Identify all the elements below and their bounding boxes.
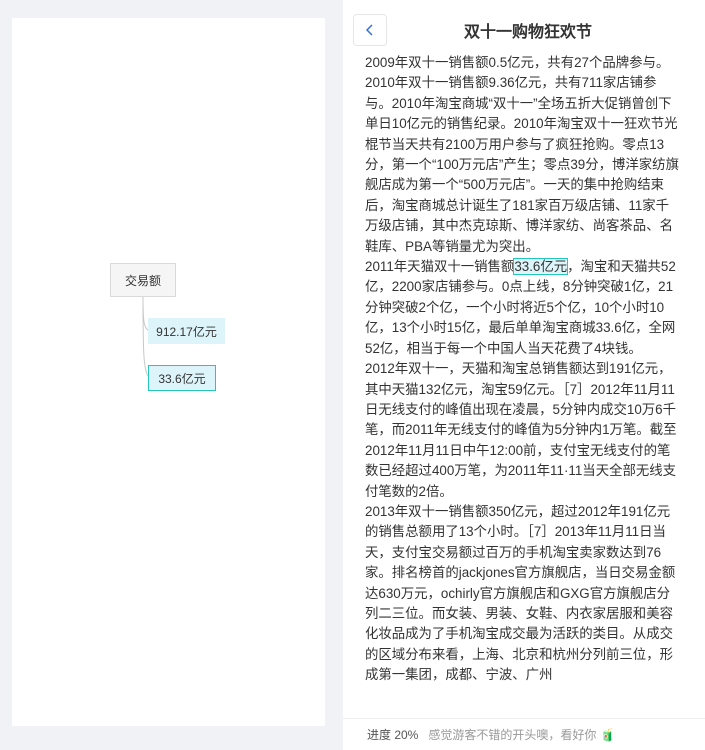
article-panel: 双十一购物狂欢节 2009年双十一销售额0.5亿元，共有27个品牌参与。 201… bbox=[343, 0, 705, 750]
mindmap-root-node[interactable]: 交易额 bbox=[110, 263, 176, 297]
article-paragraph: 2012年双十一，天猫和淘宝总销售额达到191亿元，其中天猫132亿元，淘宝59… bbox=[365, 361, 677, 499]
mindmap-child-node-selected[interactable]: 33.6亿元 bbox=[148, 365, 216, 391]
text-run: 2011年天猫双十一销售额 bbox=[365, 259, 515, 275]
article-paragraph: 2013年双十一销售额350亿元，超过2012年191亿元的销售总额用了13个小… bbox=[365, 503, 676, 683]
page-title: 双十一购物狂欢节 bbox=[463, 24, 592, 41]
article-paragraph: 2011年天猫双十一销售额33.6亿元，淘宝和天猫共52亿，2200家店铺参与。… bbox=[365, 257, 679, 359]
encouragement-text: 感觉游客不错的开头噢，看好你 bbox=[428, 728, 597, 742]
chevron-left-icon bbox=[365, 24, 373, 36]
article-paragraph: 2009年双十一销售额0.5亿元，共有27个品牌参与。 bbox=[365, 55, 670, 70]
article-paragraph: 2010年双十一销售额9.36亿元，共有711家店铺参与。2010年淘宝商城“双… bbox=[365, 75, 679, 254]
mindmap-child-node[interactable]: 912.17亿元 bbox=[148, 318, 225, 344]
progress-label: 进度 20% bbox=[367, 728, 419, 742]
progress-footer: 进度 20% 感觉游客不错的开头噢，看好你 🧃 bbox=[343, 718, 705, 750]
article-body[interactable]: 2009年双十一销售额0.5亿元，共有27个品牌参与。 2010年双十一销售额9… bbox=[365, 53, 679, 706]
back-button[interactable] bbox=[353, 14, 387, 46]
mindmap-canvas[interactable]: 交易额 912.17亿元 33.6亿元 bbox=[12, 18, 325, 726]
drink-icon: 🧃 bbox=[600, 727, 616, 742]
highlighted-text[interactable]: 33.6亿元 bbox=[513, 258, 569, 276]
